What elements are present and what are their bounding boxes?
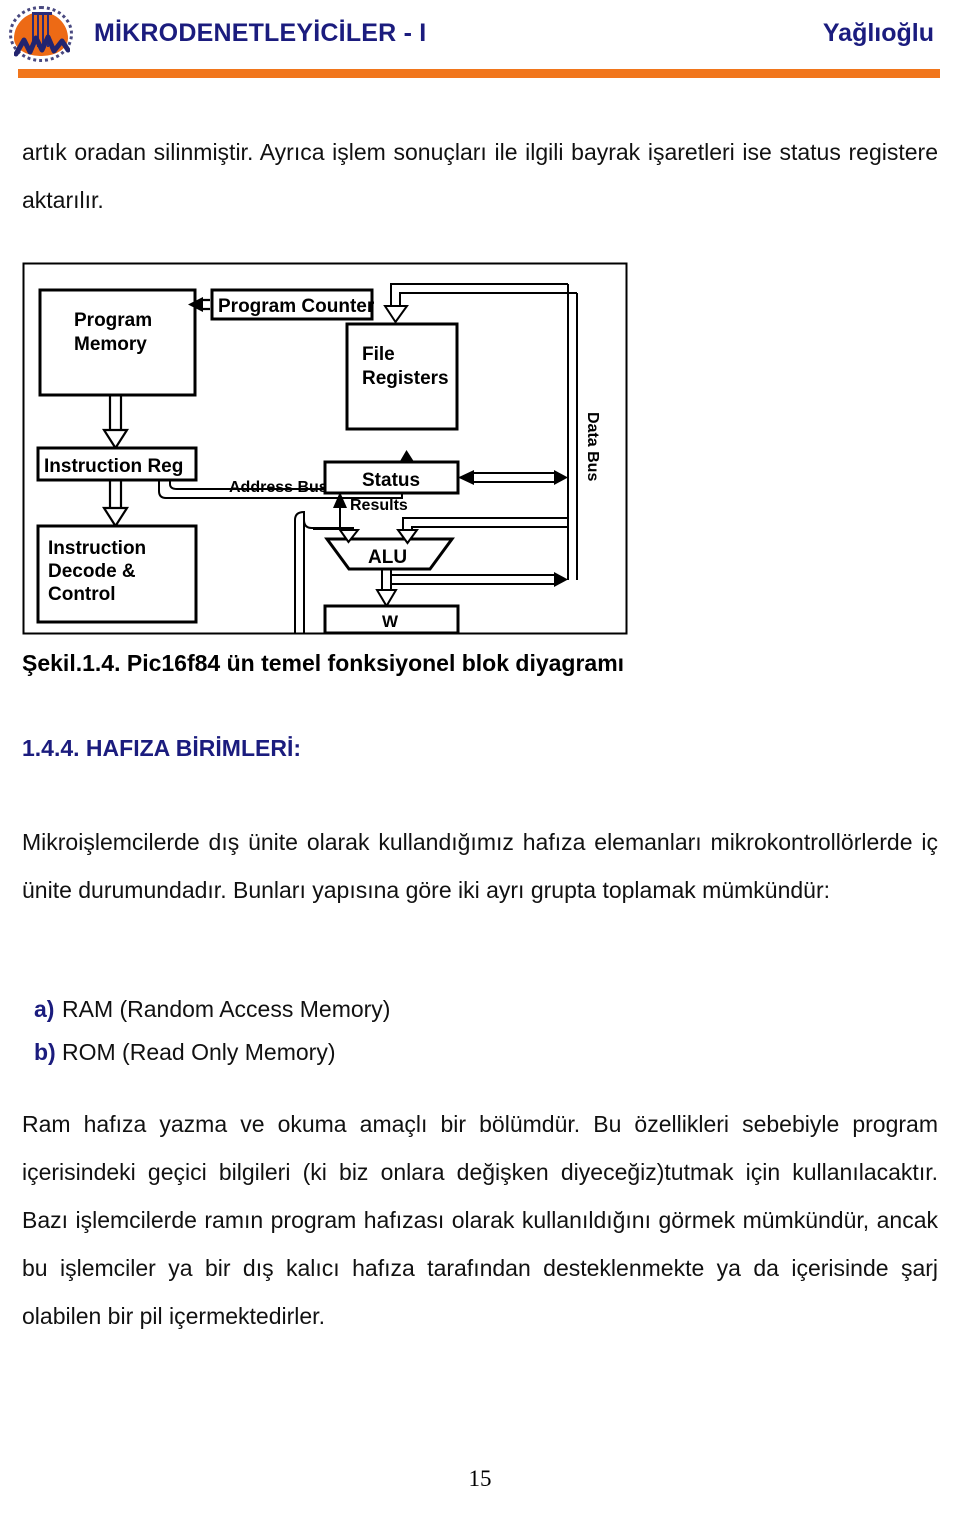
page-number: 15 [468,1466,492,1491]
memory-type-list: a) RAM (Random Access Memory) b) ROM (Read… [22,988,522,1074]
list-item-marker: a) [34,996,55,1022]
list-item: a) RAM (Random Access Memory) [22,988,522,1031]
section-heading: 1.4.4. HAFIZA BİRİMLERİ: [22,735,301,761]
block-label-instruction-decode-line1: Instruction [48,538,146,559]
block-label-program-memory-line1: Program [74,310,152,331]
block-label-w: W [382,612,399,631]
block-label-program-counter: Program Counter [218,296,375,317]
page-header: MİKRODENETLEYİCİLER - I Yağlıoğlu [0,0,960,88]
list-item-label: RAM (Random Access Memory) [62,996,391,1022]
header-accent-rule [18,69,940,78]
logo-wave-icon [14,34,70,57]
block-label-status: Status [362,470,420,491]
figure-label-address-bus: Address Bus [229,479,328,496]
block-label-file-registers-line2: Registers [362,368,449,389]
author-name: Yağlıoğlu [822,19,934,47]
page-title: MİKRODENETLEYİCİLER - I [94,19,427,47]
figure-caption: Şekil.1.4. Pic16f84 ün temel fonksiyonel… [22,650,625,676]
university-seal-logo [8,2,78,66]
intro-paragraph: artık oradan silinmiştir. Ayrıca işlem s… [22,139,938,213]
ram-paragraph: Ram hafıza yazma ve okuma amaçlı bir böl… [22,1111,938,1329]
figure-label-results: Results [350,497,408,514]
block-label-alu: ALU [368,547,407,568]
block-label-instruction-decode-line2: Decode & [48,561,136,582]
list-item-label: ROM (Read Only Memory) [62,1039,336,1065]
list-item: b) ROM (Read Only Memory) [22,1031,522,1074]
block-label-instruction-reg: Instruction Reg [44,456,183,477]
block-label-program-memory-line2: Memory [74,334,147,355]
block-label-file-registers-line1: File [362,344,395,365]
figure-label-data-bus: Data Bus [584,412,601,481]
pic16f84-block-diagram: .bx { fill:#ffffff; stroke:#000000; stro… [22,262,628,635]
hafiza-paragraph: Mikroişlemcilerde dış ünite olarak kulla… [22,829,938,903]
block-label-instruction-decode-line3: Control [48,584,116,605]
list-item-marker: b) [34,1039,56,1065]
